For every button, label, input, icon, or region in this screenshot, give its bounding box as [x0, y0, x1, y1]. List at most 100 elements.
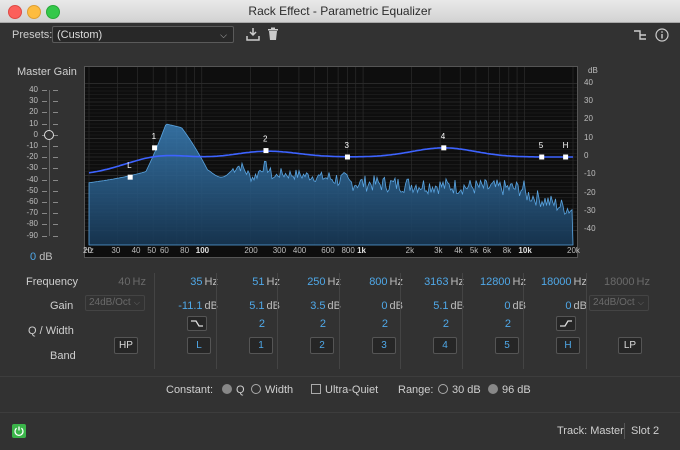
- gain-value: 5.1: [249, 300, 265, 312]
- frequency-tick-label: 300: [272, 246, 287, 255]
- info-icon[interactable]: [655, 28, 669, 42]
- band-marker-label: L: [127, 161, 132, 170]
- routing-icon[interactable]: [633, 28, 647, 42]
- gain-value: 0: [504, 300, 511, 312]
- band-1-frequency[interactable]: 51 Hz: [222, 276, 280, 288]
- frequency-tick-label: 5k: [469, 246, 479, 255]
- band-4-q[interactable]: 2: [406, 318, 449, 330]
- band-l-frequency[interactable]: 35 Hz: [160, 276, 218, 288]
- chevron-down-icon: ⌵: [220, 30, 227, 40]
- master-gain-tick: -90: [26, 230, 38, 240]
- track-label: Track: Master: [557, 425, 624, 437]
- db-unit-label: dB: [588, 66, 598, 75]
- frequency-tick-label: 100: [195, 246, 210, 255]
- master-gain-tick: -70: [26, 208, 38, 218]
- tick-mark: [53, 179, 58, 181]
- band-2-q[interactable]: 2: [283, 318, 326, 330]
- eq-graph[interactable]: L 1 2 3 4 5 H: [84, 66, 578, 258]
- power-button[interactable]: [12, 424, 26, 438]
- tick-mark: [42, 123, 47, 125]
- band-4-gain[interactable]: 5.1 dB: [406, 300, 464, 312]
- band-5-frequency[interactable]: 12800 Hz: [468, 276, 526, 288]
- master-gain-readout[interactable]: 0 dB: [30, 251, 53, 263]
- band-lp-frequency: 18000 Hz: [592, 276, 650, 288]
- band-5-toggle-button[interactable]: 5: [495, 337, 519, 354]
- constant-width-option[interactable]: Width: [251, 384, 293, 396]
- delete-preset-icon[interactable]: [267, 27, 279, 41]
- band-handle[interactable]: [127, 174, 133, 180]
- band-3-q[interactable]: 2: [345, 318, 388, 330]
- column-separator: [523, 273, 524, 369]
- band-handle[interactable]: [441, 145, 447, 151]
- range-30db-option[interactable]: 30 dB: [438, 384, 481, 396]
- band-5-q[interactable]: 2: [468, 318, 511, 330]
- band-handle[interactable]: [263, 148, 269, 154]
- frequency-tick-label: 1k: [357, 246, 366, 255]
- band-marker-label: 3: [344, 141, 349, 150]
- frequency-tick-label: 8k: [502, 246, 512, 255]
- band-2-gain[interactable]: 3.5 dB: [283, 300, 341, 312]
- column-separator: [462, 273, 463, 369]
- master-gain-tick: -10: [26, 141, 38, 150]
- tick-mark: [42, 179, 47, 181]
- ultra-quiet-checkbox[interactable]: Ultra-Quiet: [311, 384, 378, 396]
- frequency-value: 35: [190, 276, 203, 288]
- master-gain-knob[interactable]: [44, 129, 54, 140]
- tick-mark: [42, 202, 47, 203]
- master-gain-tick: 40: [29, 85, 38, 94]
- tick-mark: [53, 146, 58, 147]
- band-l-gain[interactable]: -11.1 dB: [160, 300, 218, 312]
- window-title: Rack Effect - Parametric Equalizer: [248, 4, 432, 18]
- band-4-frequency[interactable]: 3163 Hz: [406, 276, 464, 288]
- radio-icon: [222, 384, 232, 394]
- band-3-frequency[interactable]: 800 Hz: [345, 276, 403, 288]
- band-handle[interactable]: [539, 154, 545, 160]
- frequency-tick-label: 50: [147, 246, 157, 255]
- band-handle[interactable]: [152, 145, 158, 151]
- frequency-row-label: Frequency: [26, 276, 78, 288]
- column-separator: [400, 273, 401, 369]
- band-1-gain[interactable]: 5.1 dB: [222, 300, 280, 312]
- band-h-frequency[interactable]: 18000 Hz: [529, 276, 587, 288]
- band-3-gain[interactable]: 0 dB: [345, 300, 403, 312]
- band-2-frequency[interactable]: 250 Hz: [283, 276, 341, 288]
- band-1-q[interactable]: 2: [222, 318, 265, 330]
- divider: [0, 376, 680, 377]
- band-h-gain[interactable]: 0 dB: [529, 300, 587, 312]
- band-3-toggle-button[interactable]: 3: [372, 337, 396, 354]
- eq-curve-area[interactable]: L 1 2 3 4 5 H: [85, 67, 577, 257]
- constant-q-option[interactable]: Q: [222, 384, 245, 396]
- band-5-gain[interactable]: 0 dB: [468, 300, 526, 312]
- band-hp-toggle-button[interactable]: HP: [114, 337, 138, 354]
- band-1-toggle-button[interactable]: 1: [249, 337, 273, 354]
- presets-label: Presets:: [12, 29, 53, 41]
- band-lp-slope-dropdown: 24dB/Oct ⌵: [589, 295, 649, 311]
- tick-mark: [53, 190, 58, 192]
- db-tick-label: 30: [584, 96, 593, 105]
- slope-value: 24dB/Oct: [593, 297, 635, 308]
- gain-value: -11.1: [178, 300, 203, 312]
- presets-dropdown[interactable]: (Custom) ⌵: [52, 26, 234, 43]
- band-l-toggle-button[interactable]: L: [187, 337, 211, 354]
- tick-mark: [53, 112, 58, 114]
- band-l-shelf-type-button[interactable]: [187, 316, 207, 331]
- band-lp-toggle-button[interactable]: LP: [618, 337, 642, 354]
- master-gain-tick: -30: [26, 163, 38, 173]
- band-2-toggle-button[interactable]: 2: [310, 337, 334, 354]
- range-96db-option[interactable]: 96 dB: [488, 384, 531, 396]
- band-handle[interactable]: [563, 154, 569, 160]
- tick-mark: [42, 168, 47, 170]
- save-preset-icon[interactable]: [246, 27, 260, 41]
- band-4-toggle-button[interactable]: 4: [433, 337, 457, 354]
- db-tick-label: 20: [584, 114, 593, 124]
- tick-mark: [42, 101, 47, 103]
- master-gain-tick: 30: [29, 96, 38, 106]
- band-handle[interactable]: [344, 154, 350, 160]
- band-marker-label: H: [563, 141, 569, 150]
- low-shelf-icon: [191, 320, 203, 327]
- master-gain-slider[interactable]: 40 30 20 10 0 -10 -20 -30 -40 -50 -60 -70 -80 -90: [14, 85, 74, 240]
- band-marker-label: 4: [441, 132, 446, 141]
- band-h-toggle-button[interactable]: H: [556, 337, 580, 354]
- band-h-shelf-type-button[interactable]: [556, 316, 576, 331]
- frequency-tick-label: 3k: [434, 246, 443, 255]
